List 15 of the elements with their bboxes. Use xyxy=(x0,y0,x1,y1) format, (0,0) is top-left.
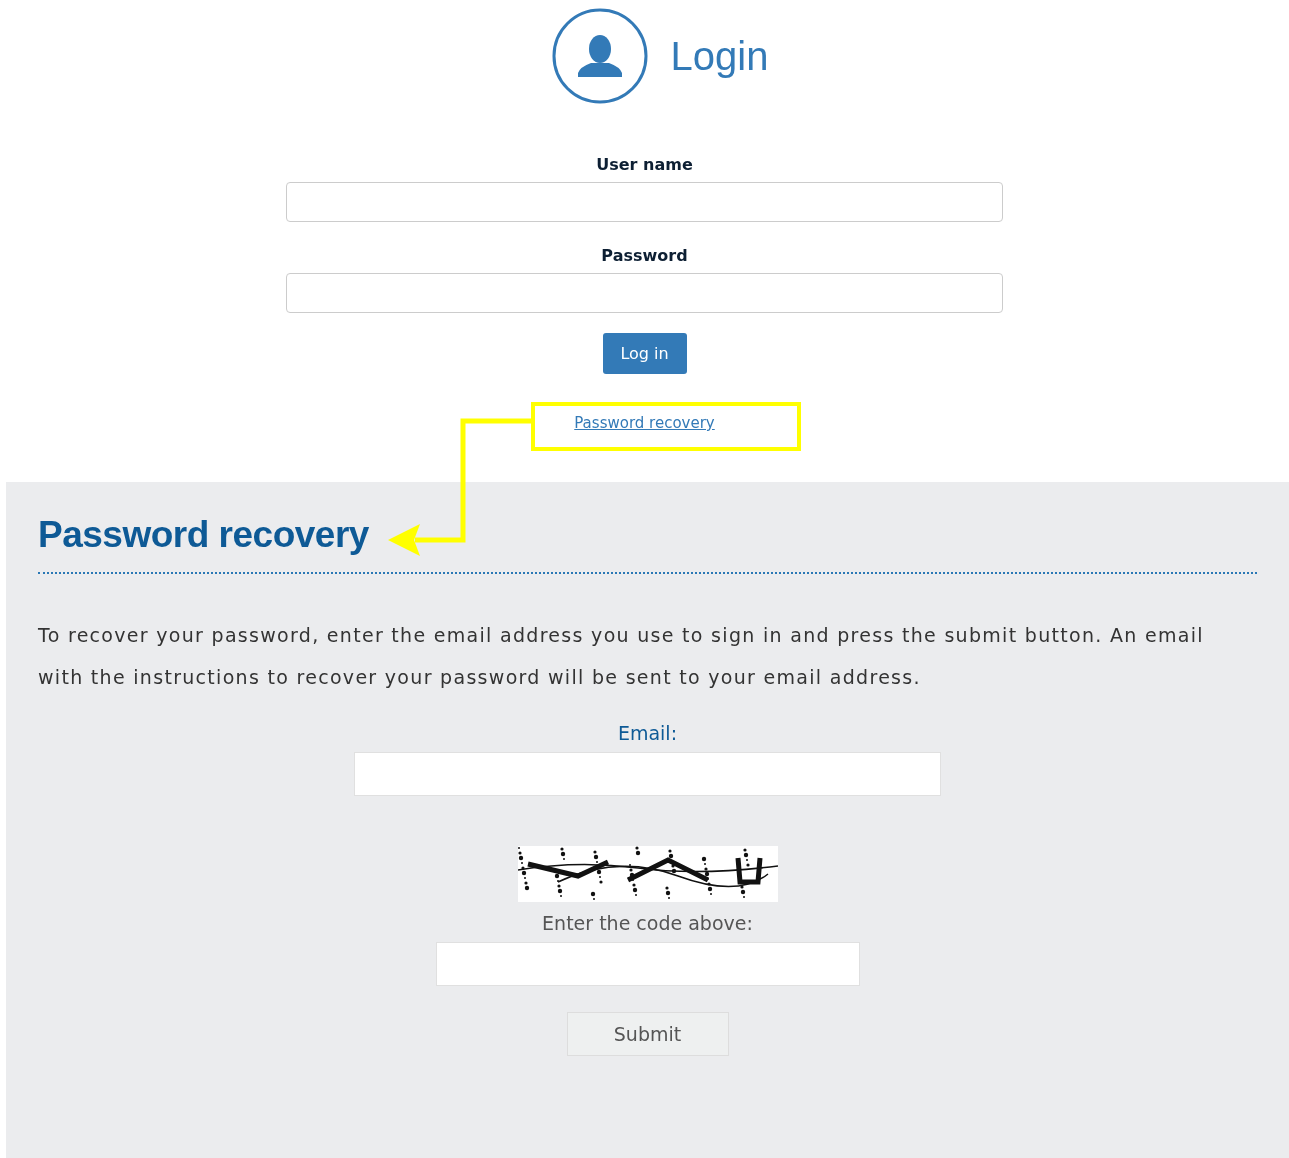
field-label: Password xyxy=(601,246,688,265)
username-field[interactable] xyxy=(286,182,1003,222)
email-label: Email: xyxy=(617,722,678,744)
code-field[interactable] xyxy=(435,942,860,986)
login-title: Login xyxy=(670,33,769,79)
password-recovery-link[interactable]: Password recovery xyxy=(574,414,715,432)
code-label: Enter the code above: xyxy=(542,912,753,934)
instructions-text: To recover your password, enter the email address you use to sign in and press the submit button. An email with the instructions to recover your password will be sent to your email address. xyxy=(38,623,1205,690)
password-field[interactable] xyxy=(286,273,1003,313)
user-icon xyxy=(550,7,649,105)
login-button[interactable]: Log in xyxy=(602,333,687,374)
field-label: User name xyxy=(596,155,693,174)
submit-button[interactable]: Submit xyxy=(566,1012,729,1056)
recovery-title: Password recovery xyxy=(38,514,370,556)
email-field[interactable] xyxy=(354,752,941,796)
